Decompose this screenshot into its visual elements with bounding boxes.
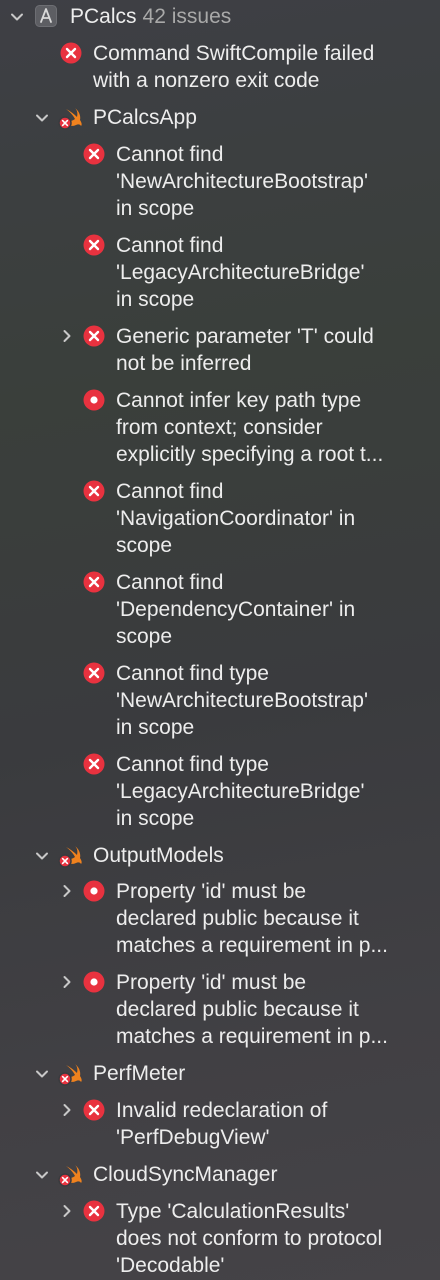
error-x-icon bbox=[83, 325, 105, 347]
issue-message: Cannot infer key path type from context;… bbox=[116, 389, 384, 466]
error-dot-icon bbox=[83, 389, 105, 411]
chevron-down-icon[interactable] bbox=[35, 111, 49, 125]
project-name: PCalcs bbox=[70, 5, 137, 28]
error-x-icon bbox=[83, 662, 105, 684]
issue-message: Cannot find type 'NewArchitectureBootstr… bbox=[116, 662, 368, 739]
issue-message: Cannot find 'NavigationCoordinator' in s… bbox=[116, 480, 356, 557]
error-x-icon bbox=[83, 753, 105, 775]
issue-message: Command SwiftCompile failed with a nonze… bbox=[93, 42, 375, 92]
group-row-perfmeter[interactable]: PerfMeter bbox=[0, 1060, 440, 1087]
issue-message: Cannot find 'LegacyArchitectureBridge' i… bbox=[116, 234, 365, 311]
group-row-pcalcsapp[interactable]: PCalcsApp bbox=[0, 104, 440, 131]
issue-row[interactable]: Property 'id' must be declared public be… bbox=[0, 969, 440, 1050]
group-name: PerfMeter bbox=[93, 1062, 186, 1085]
swift-error-icon bbox=[57, 1062, 83, 1086]
xcode-project-icon bbox=[35, 5, 57, 27]
issue-row[interactable]: Cannot find type 'NewArchitectureBootstr… bbox=[0, 660, 440, 741]
error-dot-icon bbox=[83, 880, 105, 902]
issue-message: Cannot find 'NewArchitectureBootstrap' i… bbox=[116, 143, 368, 220]
issue-row[interactable]: Property 'id' must be declared public be… bbox=[0, 878, 440, 959]
issue-row[interactable]: Invalid redeclaration of 'PerfDebugView' bbox=[0, 1097, 440, 1151]
issue-row[interactable]: Cannot find 'DependencyContainer' in sco… bbox=[0, 569, 440, 650]
group-name: OutputModels bbox=[93, 844, 224, 867]
issue-row[interactable]: Generic parameter 'T' could not be infer… bbox=[0, 323, 440, 377]
issue-message: Cannot find 'DependencyContainer' in sco… bbox=[116, 571, 356, 648]
error-x-icon bbox=[83, 234, 105, 256]
issue-row[interactable]: Cannot find 'NewArchitectureBootstrap' i… bbox=[0, 141, 440, 222]
group-name: PCalcsApp bbox=[93, 106, 197, 129]
chevron-down-icon[interactable] bbox=[10, 10, 24, 24]
issue-message: Type 'CalculationResults' does not confo… bbox=[116, 1200, 383, 1277]
issue-row[interactable]: Cannot infer key path type from context;… bbox=[0, 387, 440, 468]
error-x-icon bbox=[83, 571, 105, 593]
project-row[interactable]: PCalcs 42 issues bbox=[0, 3, 440, 30]
swift-error-icon bbox=[57, 844, 83, 868]
error-x-icon bbox=[83, 1099, 105, 1121]
chevron-right-icon[interactable] bbox=[60, 329, 74, 343]
swift-error-icon bbox=[57, 1163, 83, 1187]
top-error-row[interactable]: Command SwiftCompile failed with a nonze… bbox=[0, 40, 440, 94]
issue-message: Cannot find type 'LegacyArchitectureBrid… bbox=[116, 753, 365, 830]
chevron-down-icon[interactable] bbox=[35, 1067, 49, 1081]
issue-message: Invalid redeclaration of 'PerfDebugView' bbox=[116, 1099, 328, 1149]
issue-row[interactable]: Cannot find type 'LegacyArchitectureBrid… bbox=[0, 751, 440, 832]
issue-message: Generic parameter 'T' could not be infer… bbox=[116, 325, 374, 375]
error-x-icon bbox=[83, 480, 105, 502]
error-dot-icon bbox=[83, 971, 105, 993]
chevron-right-icon[interactable] bbox=[60, 975, 74, 989]
error-x-icon bbox=[60, 42, 82, 64]
group-row-outputmodels[interactable]: OutputModels bbox=[0, 842, 440, 869]
issue-message: Property 'id' must be declared public be… bbox=[116, 971, 388, 1048]
error-x-icon bbox=[83, 1200, 105, 1222]
issue-count: 42 issues bbox=[142, 5, 232, 28]
issue-message: Property 'id' must be declared public be… bbox=[116, 880, 388, 957]
group-row-cloudsyncmanager[interactable]: CloudSyncManager bbox=[0, 1161, 440, 1188]
error-x-icon bbox=[83, 143, 105, 165]
chevron-right-icon[interactable] bbox=[60, 1204, 74, 1218]
chevron-right-icon[interactable] bbox=[60, 1103, 74, 1117]
chevron-down-icon[interactable] bbox=[35, 849, 49, 863]
issue-row[interactable]: Cannot find 'NavigationCoordinator' in s… bbox=[0, 478, 440, 559]
issue-row[interactable]: Type 'CalculationResults' does not confo… bbox=[0, 1198, 440, 1279]
issue-row[interactable]: Cannot find 'LegacyArchitectureBridge' i… bbox=[0, 232, 440, 313]
swift-error-icon bbox=[57, 106, 83, 130]
group-name: CloudSyncManager bbox=[93, 1163, 278, 1186]
chevron-down-icon[interactable] bbox=[35, 1168, 49, 1182]
chevron-right-icon[interactable] bbox=[60, 884, 74, 898]
